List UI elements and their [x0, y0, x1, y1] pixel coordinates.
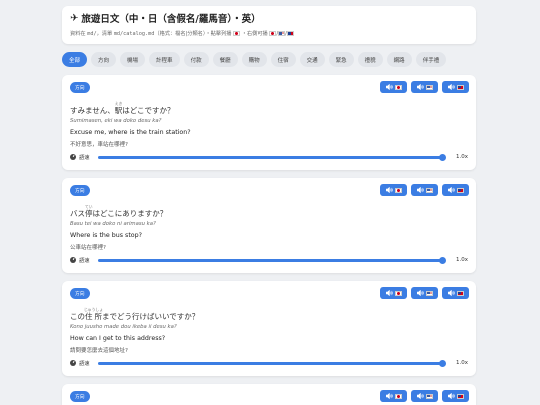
play-chinese-button[interactable]: [442, 287, 469, 299]
play-japanese-button[interactable]: [380, 287, 407, 299]
speed-control: 語速 1.0x: [70, 153, 468, 161]
speaker-icon: [447, 187, 455, 193]
play-chinese-button[interactable]: [442, 390, 469, 402]
chip-internet[interactable]: 網路: [386, 52, 412, 67]
slider-thumb[interactable]: [438, 153, 446, 161]
japanese-text: すみません、駅えきはどこですか？: [70, 101, 175, 115]
speed-control: 語速 1.0x: [70, 256, 468, 264]
speaker-icon: [416, 187, 424, 193]
speed-slider[interactable]: [97, 153, 446, 161]
taiwan-flag-icon: [456, 187, 464, 193]
phrase-card[interactable]: 方向 すみません、駅えきはどこですか？ Sumimasen, eki wa do…: [62, 75, 476, 170]
phrase-card[interactable]: 方向 この住所じゅうしょまでどう行けばいいですか？ Kono juusho ma…: [62, 281, 476, 376]
japan-flag-icon: [394, 84, 402, 90]
category-tag: 方向: [70, 288, 90, 299]
play-buttons: [380, 81, 469, 93]
japan-flag-icon: [394, 393, 402, 399]
speaker-icon: [385, 290, 393, 296]
speed-icon: [70, 257, 76, 263]
speed-value: 1.0x: [455, 154, 468, 160]
english-text: Where is the bus stop?: [70, 232, 142, 239]
play-buttons: [380, 184, 469, 196]
play-chinese-button[interactable]: [442, 184, 469, 196]
chip-all[interactable]: 全部: [62, 52, 88, 67]
chip-airport[interactable]: 機場: [120, 52, 146, 67]
chinese-text: 不好意思，車站在哪裡?: [70, 142, 128, 148]
speaker-icon: [447, 290, 455, 296]
romaji-text: Basu tei wa doko ni arimasu ka?: [70, 221, 156, 227]
category-tag: 方向: [70, 82, 90, 93]
play-japanese-button[interactable]: [380, 184, 407, 196]
phrase-card[interactable]: 方向 バス停ていはどこにありますか？ Basu tei wa doko ni a…: [62, 178, 476, 273]
us-flag-icon: [278, 31, 286, 36]
taiwan-flag-icon: [456, 290, 464, 296]
english-text: Excuse me, where is the train station?: [70, 129, 191, 136]
japan-flag-icon: [394, 290, 402, 296]
chip-manners[interactable]: 禮貌: [357, 52, 383, 67]
us-flag-icon: [425, 187, 433, 193]
speed-icon: [70, 360, 76, 366]
speaker-icon: [385, 84, 393, 90]
chip-transport[interactable]: 交通: [299, 52, 325, 67]
play-english-button[interactable]: [411, 81, 438, 93]
play-japanese-button[interactable]: [380, 390, 407, 402]
japanese-text: バス停ていはどこにありますか？: [70, 204, 168, 218]
speaker-icon: [447, 393, 455, 399]
play-english-button[interactable]: [411, 287, 438, 299]
header-card: ✈ 旅遊日文（中・日（含假名/羅馬音）・英） 資料在 md/，清單 md/cat…: [62, 6, 476, 44]
speaker-icon: [385, 187, 393, 193]
speed-value: 1.0x: [455, 360, 468, 366]
taiwan-flag-icon: [456, 84, 464, 90]
category-tag: 方向: [70, 391, 90, 402]
japan-flag-icon: [269, 31, 277, 36]
chip-shopping[interactable]: 購物: [241, 52, 267, 67]
chip-emergency[interactable]: 緊急: [328, 52, 354, 67]
chip-souvenir[interactable]: 伴手禮: [415, 52, 447, 67]
page-title: ✈ 旅遊日文（中・日（含假名/羅馬音）・英）: [70, 12, 261, 26]
speed-slider[interactable]: [97, 359, 446, 367]
play-buttons: [380, 390, 469, 402]
romaji-text: Sumimasen, eki wa doko desu ka?: [70, 118, 162, 124]
speed-icon: [70, 154, 76, 160]
chip-restaurant[interactable]: 餐廳: [212, 52, 238, 67]
japan-flag-icon: [394, 187, 402, 193]
airplane-icon: ✈: [70, 12, 79, 24]
chinese-text: 請問要怎麼去這個地址?: [70, 348, 128, 354]
category-filter: 全部 方向 機場 計程車 付款 餐廳 購物 住宿 交通 緊急 禮貌 網路 伴手禮: [62, 52, 482, 68]
speed-value: 1.0x: [455, 257, 468, 263]
chip-payment[interactable]: 付款: [183, 52, 209, 67]
play-english-button[interactable]: [411, 184, 438, 196]
slider-thumb[interactable]: [438, 256, 446, 264]
japanese-text: この住所じゅうしょまでどう行けばいいですか？: [70, 307, 200, 321]
taiwan-flag-icon: [286, 31, 294, 36]
play-buttons: [380, 287, 469, 299]
speaker-icon: [416, 393, 424, 399]
speaker-icon: [416, 290, 424, 296]
chip-direction[interactable]: 方向: [91, 52, 117, 67]
speaker-icon: [447, 84, 455, 90]
play-chinese-button[interactable]: [442, 81, 469, 93]
english-text: How can I get to this address?: [70, 335, 166, 342]
chip-taxi[interactable]: 計程車: [149, 52, 180, 67]
category-tag: 方向: [70, 185, 90, 196]
play-japanese-button[interactable]: [380, 81, 407, 93]
taiwan-flag-icon: [456, 393, 464, 399]
speaker-icon: [416, 84, 424, 90]
japan-flag-icon: [233, 31, 241, 36]
page-subtitle: 資料在 md/，清單 md/catalog.md（格式：檔名|分類名）・點擊列播…: [70, 30, 468, 37]
us-flag-icon: [425, 393, 433, 399]
speed-control: 語速 1.0x: [70, 359, 468, 367]
play-english-button[interactable]: [411, 390, 438, 402]
romaji-text: Kono juusho made dou ikeba ii desu ka?: [70, 324, 177, 330]
us-flag-icon: [425, 84, 433, 90]
speed-slider[interactable]: [97, 256, 446, 264]
chip-lodging[interactable]: 住宿: [270, 52, 296, 67]
slider-thumb[interactable]: [438, 359, 446, 367]
phrase-card[interactable]: 方向: [62, 384, 476, 405]
us-flag-icon: [425, 290, 433, 296]
chinese-text: 公車站在哪裡?: [70, 245, 106, 251]
speaker-icon: [385, 393, 393, 399]
